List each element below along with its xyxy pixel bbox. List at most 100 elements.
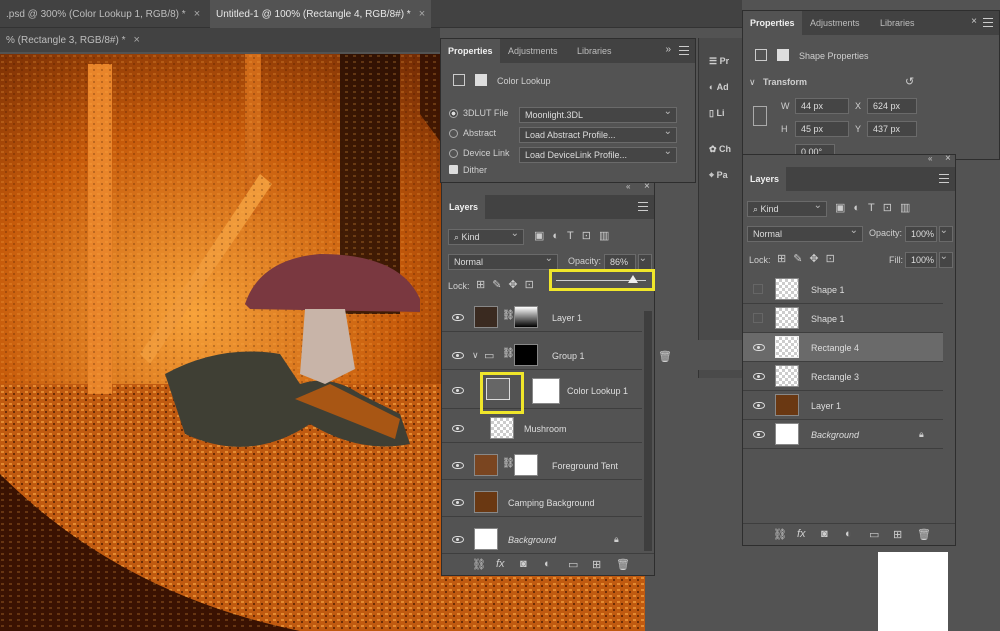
dither-checkbox[interactable] (449, 165, 458, 174)
lock-icons[interactable]: ⊞✎✥⊡ (476, 278, 541, 291)
collapse-icon[interactable]: « (626, 182, 630, 191)
radio-abstract[interactable] (449, 129, 458, 138)
fill-input[interactable]: 100% (905, 252, 937, 268)
link-dimensions-icon[interactable] (753, 106, 767, 126)
layer-row[interactable]: Layer 1 (743, 391, 943, 420)
doc-tab-color-lookup[interactable]: .psd @ 300% (Color Lookup 1, RGB/8) * × (0, 0, 206, 28)
mask-icon[interactable] (475, 74, 487, 86)
opacity-dropdown[interactable] (638, 252, 652, 270)
strip-item-paths[interactable]: ⌖ Pa (709, 170, 728, 181)
blend-mode-dropdown[interactable]: Normal (448, 252, 558, 270)
layer-row-selected[interactable]: Rectangle 4 (743, 333, 943, 362)
width-input[interactable]: 44 px (795, 98, 849, 114)
eye-icon[interactable] (452, 425, 464, 432)
trash-icon[interactable]: 🗑︎ (917, 528, 931, 541)
adjustment-icon[interactable]: ◐ (845, 528, 852, 540)
eye-icon[interactable] (753, 402, 765, 409)
opacity-input[interactable]: 100% (905, 226, 937, 242)
eye-icon[interactable] (452, 387, 464, 394)
dropdown-device-link[interactable]: Load DeviceLink Profile... (519, 145, 677, 163)
lock-icons[interactable]: ⊞✎✥⊡ (777, 252, 842, 265)
strip-item-adjustments[interactable]: ◐ Ad (709, 82, 729, 92)
mask-icon[interactable] (777, 49, 789, 61)
link-layers-icon[interactable]: ⛓ (472, 558, 486, 571)
visibility-toggle-off[interactable] (753, 313, 763, 323)
new-layer-icon[interactable]: ⊞ (893, 528, 902, 541)
reset-icon[interactable]: ↺ (905, 75, 914, 88)
tab-layers[interactable]: Layers (743, 167, 787, 191)
link-icon[interactable]: ⛓ (502, 458, 515, 469)
link-icon[interactable]: ⛓ (502, 310, 515, 321)
folder-icon[interactable]: ▭ (869, 528, 879, 541)
close-icon[interactable]: × (419, 8, 425, 20)
y-input[interactable]: 437 px (867, 121, 917, 137)
height-input[interactable]: 45 px (795, 121, 849, 137)
new-layer-icon[interactable]: ⊞ (592, 558, 601, 571)
eye-icon[interactable] (452, 499, 464, 506)
add-mask-icon[interactable]: ◙ (821, 528, 828, 540)
eye-icon[interactable] (753, 344, 765, 351)
eye-icon[interactable] (753, 431, 765, 438)
filter-kind-dropdown[interactable]: ⌕ Kind (448, 227, 524, 245)
panel-menu-icon[interactable] (983, 18, 993, 27)
strip-item-channels[interactable]: ✿ Ch (709, 144, 731, 155)
eye-icon[interactable] (452, 462, 464, 469)
layer-row[interactable]: ⛓ Layer 1 (442, 303, 642, 332)
layer-row-group[interactable]: ∨ ▭ ⛓ Group 1 (442, 341, 642, 370)
radio-3dlut[interactable] (449, 109, 458, 118)
layer-row[interactable]: ⛓ Foreground Tent (442, 451, 642, 480)
fx-icon[interactable]: fx (797, 528, 806, 540)
close-icon[interactable]: × (644, 181, 650, 192)
eye-icon[interactable] (452, 314, 464, 321)
visibility-toggle-off[interactable] (753, 284, 763, 294)
collapse-icon[interactable]: » (665, 44, 671, 55)
close-icon[interactable]: × (971, 16, 977, 27)
layer-row[interactable]: Camping Background (442, 488, 642, 517)
link-icon[interactable]: ⛓ (502, 348, 515, 359)
tab-adjustments[interactable]: Adjustments (803, 11, 867, 35)
dropdown-3dlut[interactable]: Moonlight.3DL (519, 105, 677, 123)
doc-tab-untitled[interactable]: Untitled-1 @ 100% (Rectangle 4, RGB/8#) … (210, 0, 432, 28)
layer-row-color-lookup[interactable]: Color Lookup 1 (442, 373, 642, 409)
tab-properties[interactable]: Properties (743, 11, 802, 35)
opacity-input[interactable]: 86% (604, 254, 636, 270)
layer-row[interactable]: Mushroom (442, 414, 642, 443)
opacity-dropdown[interactable] (939, 224, 953, 242)
fill-dropdown[interactable] (939, 250, 953, 268)
eye-icon[interactable] (753, 373, 765, 380)
radio-device-link[interactable] (449, 149, 458, 158)
fx-icon[interactable]: fx (496, 558, 505, 570)
adjustment-icon[interactable]: ◐ (544, 558, 551, 570)
layer-row[interactable]: Background 🔒︎ (442, 525, 642, 554)
folder-icon[interactable]: ▭ (568, 558, 578, 571)
tab-layers[interactable]: Layers (442, 195, 486, 219)
doc-tab-rectangle3[interactable]: % (Rectangle 3, RGB/8#) * × (0, 28, 146, 52)
filter-icons[interactable]: ▣◐T⊡▥ (534, 229, 617, 242)
trash-icon[interactable]: 🗑︎ (616, 558, 630, 571)
collapse-icon[interactable]: « (928, 154, 932, 163)
strip-item-properties[interactable]: ☰ Pr (709, 56, 729, 67)
close-icon[interactable]: × (945, 153, 951, 164)
secondary-canvas[interactable] (878, 552, 948, 631)
chevron-down-icon[interactable]: ∨ (472, 350, 479, 361)
layer-row[interactable]: Shape 1 (743, 275, 943, 304)
link-layers-icon[interactable]: ⛓ (773, 528, 787, 541)
tab-libraries[interactable]: Libraries (873, 11, 922, 35)
layer-row[interactable]: Shape 1 (743, 304, 943, 333)
filter-icons[interactable]: ▣◐T⊡▥ (835, 201, 918, 214)
panel-menu-icon[interactable] (638, 202, 648, 211)
panel-menu-icon[interactable] (679, 46, 689, 55)
dropdown-abstract[interactable]: Load Abstract Profile... (519, 125, 677, 143)
close-icon[interactable]: × (134, 34, 140, 46)
tab-libraries[interactable]: Libraries (570, 39, 619, 63)
x-input[interactable]: 624 px (867, 98, 917, 114)
close-icon[interactable]: × (194, 8, 200, 20)
eye-icon[interactable] (452, 352, 464, 359)
blend-mode-dropdown[interactable]: Normal (747, 224, 863, 242)
layers-scrollbar[interactable] (644, 311, 652, 551)
tab-properties[interactable]: Properties (441, 39, 500, 63)
filter-kind-dropdown[interactable]: ⌕ Kind (747, 199, 827, 217)
eye-icon[interactable] (452, 536, 464, 543)
add-mask-icon[interactable]: ◙ (520, 558, 527, 570)
layer-row[interactable]: Background 🔒︎ (743, 420, 943, 449)
